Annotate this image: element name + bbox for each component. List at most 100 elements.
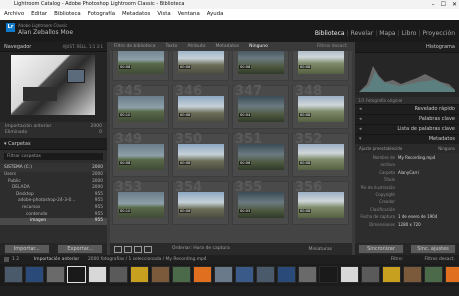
filmstrip-filter[interactable]: Filtros desact.: [425, 255, 455, 264]
module-biblioteca[interactable]: Biblioteca: [315, 30, 345, 37]
metadata-row[interactable]: Carpeta AlanyCarri: [359, 169, 455, 176]
sync-button[interactable]: Sincronizar: [358, 244, 404, 254]
folder-filter-input[interactable]: Filtrar carpetas: [4, 153, 103, 160]
filter-preset[interactable]: Filtros desact.: [317, 42, 348, 51]
filmstrip-thumbnail[interactable]: [298, 266, 317, 283]
folder-item[interactable]: adobe-photoshop-24-3-0... 955: [0, 198, 107, 205]
grid-thumbnail[interactable]: 00:08: [292, 51, 349, 81]
grid-thumbnail[interactable]: 00:06: [172, 51, 229, 81]
folder-item[interactable]: Users 2000: [0, 172, 107, 179]
grid-thumbnail[interactable]: 00:08: [232, 51, 289, 81]
filmstrip-thumbnail[interactable]: [46, 266, 65, 283]
filmstrip-thumbnail[interactable]: [193, 266, 212, 283]
grid-thumbnail[interactable]: 353 00:10: [112, 180, 169, 225]
thumbnail-size-label[interactable]: Miniaturas: [308, 247, 332, 252]
grid-thumbnail[interactable]: 00:08: [112, 51, 169, 81]
filmstrip-thumbnail[interactable]: [151, 266, 170, 283]
grid-thumbnail[interactable]: 355 00:05: [232, 180, 289, 225]
sort-order[interactable]: Ordenar: Hora de captura: [172, 246, 230, 251]
source-label[interactable]: Importación anterior: [34, 255, 79, 264]
filmstrip-thumbnail[interactable]: [67, 266, 86, 283]
page-icon[interactable]: [4, 257, 9, 262]
grid-thumbnail[interactable]: 348 00:08: [292, 84, 349, 129]
filmstrip-thumbnail[interactable]: [445, 266, 459, 283]
histogram-header[interactable]: Histograma: [355, 42, 459, 53]
filmstrip-thumbnail[interactable]: [424, 266, 443, 283]
menu-ayuda[interactable]: Ayuda: [207, 9, 224, 20]
grid-thumbnail[interactable]: 347 00:04: [232, 84, 289, 129]
menu-vista[interactable]: Vista: [157, 9, 170, 20]
metadata-row[interactable]: Pie de ilustración: [359, 184, 455, 191]
filter-text[interactable]: Texto: [166, 42, 178, 51]
folder-item[interactable]: recursos 955: [0, 205, 107, 212]
export-button[interactable]: Exportar...: [57, 244, 104, 254]
metadata-row[interactable]: Clasificación: [359, 206, 455, 213]
filmstrip-thumbnail[interactable]: [172, 266, 191, 283]
filmstrip-thumbnail[interactable]: [25, 266, 44, 283]
navigator-preview[interactable]: [11, 55, 95, 115]
filmstrip-thumbnail[interactable]: [340, 266, 359, 283]
loupe-view-icon[interactable]: [124, 246, 132, 253]
module-libro[interactable]: Libro: [402, 30, 417, 37]
folder-item[interactable]: contenido 955: [0, 212, 107, 219]
folders-header[interactable]: ▾ Carpetas: [0, 139, 107, 150]
close-button[interactable]: ✕: [452, 0, 457, 9]
grid-view-icon[interactable]: [114, 246, 122, 253]
folder-item[interactable]: DELADA 2000: [0, 185, 107, 192]
navigator-header[interactable]: Navegador AJUST. RELL. 1:1 3:1: [0, 42, 107, 52]
filmstrip-thumbnail[interactable]: [235, 266, 254, 283]
minimize-button[interactable]: –: [432, 0, 435, 9]
grid-thumbnail[interactable]: 346 00:08: [172, 84, 229, 129]
metadata-row[interactable]: Fecha de captura 1 de enero de 1904: [359, 213, 455, 220]
metadata-row[interactable]: Dimensiones 1280 x 720: [359, 221, 455, 228]
metadata-row[interactable]: Copyright: [359, 191, 455, 198]
metadata-preset[interactable]: Ajuste preestablecido Ninguno: [355, 144, 459, 153]
volume-row[interactable]: SISTEMA (C:) 2000: [0, 163, 107, 172]
metadata-row[interactable]: Nombre de archivo My Recording.mp4: [359, 154, 455, 169]
filmstrip-thumbnail[interactable]: [277, 266, 296, 283]
module-revelar[interactable]: Revelar: [351, 30, 374, 37]
grid-thumbnail[interactable]: 351 00:06: [232, 132, 289, 177]
filter-none[interactable]: Ninguno: [249, 42, 268, 51]
filter-metadata[interactable]: Metadatos: [215, 42, 239, 51]
filmstrip-thumbnail[interactable]: [214, 266, 233, 283]
metadata-row[interactable]: Título: [359, 176, 455, 183]
filmstrip-thumbnail[interactable]: [361, 266, 380, 283]
sync-settings-button[interactable]: Sinc. ajustes: [410, 244, 456, 254]
module-mapa[interactable]: Mapa: [379, 30, 395, 37]
quick-develop-header[interactable]: ◂ Revelado rápido: [355, 104, 459, 114]
navigator-zoom-options[interactable]: AJUST. RELL. 1:1 3:1: [63, 42, 103, 52]
compare-view-icon[interactable]: [134, 246, 142, 253]
filmstrip-thumbnail[interactable]: [403, 266, 422, 283]
menu-biblioteca[interactable]: Biblioteca: [54, 9, 81, 20]
filmstrip-thumbnail[interactable]: [382, 266, 401, 283]
menu-fotografia[interactable]: Fotografía: [88, 9, 115, 20]
import-button[interactable]: Importar...: [3, 244, 50, 254]
grid-thumbnail[interactable]: 350 00:08: [172, 132, 229, 177]
keyword-list-header[interactable]: ◂ Lista de palabras clave: [355, 124, 459, 134]
keywords-header[interactable]: ◂ Palabras clave: [355, 114, 459, 124]
module-proyeccion[interactable]: Proyección: [423, 30, 456, 37]
grid-thumbnail[interactable]: 356 00:08: [292, 180, 349, 225]
folder-item-selected[interactable]: imagen 955: [0, 218, 107, 225]
filmstrip-thumbnail[interactable]: [130, 266, 149, 283]
menu-editar[interactable]: Editar: [31, 9, 47, 20]
grid-thumbnail[interactable]: 349 00:08: [112, 132, 169, 177]
maximize-button[interactable]: ☐: [441, 0, 446, 9]
filmstrip-thumbnail[interactable]: [256, 266, 275, 283]
grid-thumbnail[interactable]: 354 00:06: [172, 180, 229, 225]
metadata-row[interactable]: Creador: [359, 198, 455, 205]
filmstrip-thumbnail[interactable]: [4, 266, 23, 283]
filter-attribute[interactable]: Atributo: [187, 42, 205, 51]
catalog-row[interactable]: Eliminado 0: [5, 130, 102, 136]
page-numbers[interactable]: 1 2: [12, 255, 19, 264]
filmstrip-thumbnail[interactable]: [109, 266, 128, 283]
grid-thumbnail[interactable]: 352 00:08: [292, 132, 349, 177]
menu-archivo[interactable]: Archivo: [4, 9, 24, 20]
filmstrip-thumbnail[interactable]: [88, 266, 107, 283]
filmstrip-thumbnail[interactable]: [319, 266, 338, 283]
metadata-header[interactable]: ▾ Metadatos: [355, 134, 459, 144]
menu-metadatos[interactable]: Metadatos: [122, 9, 150, 20]
survey-view-icon[interactable]: [144, 246, 152, 253]
grid-thumbnail[interactable]: 345 00:10: [112, 84, 169, 129]
